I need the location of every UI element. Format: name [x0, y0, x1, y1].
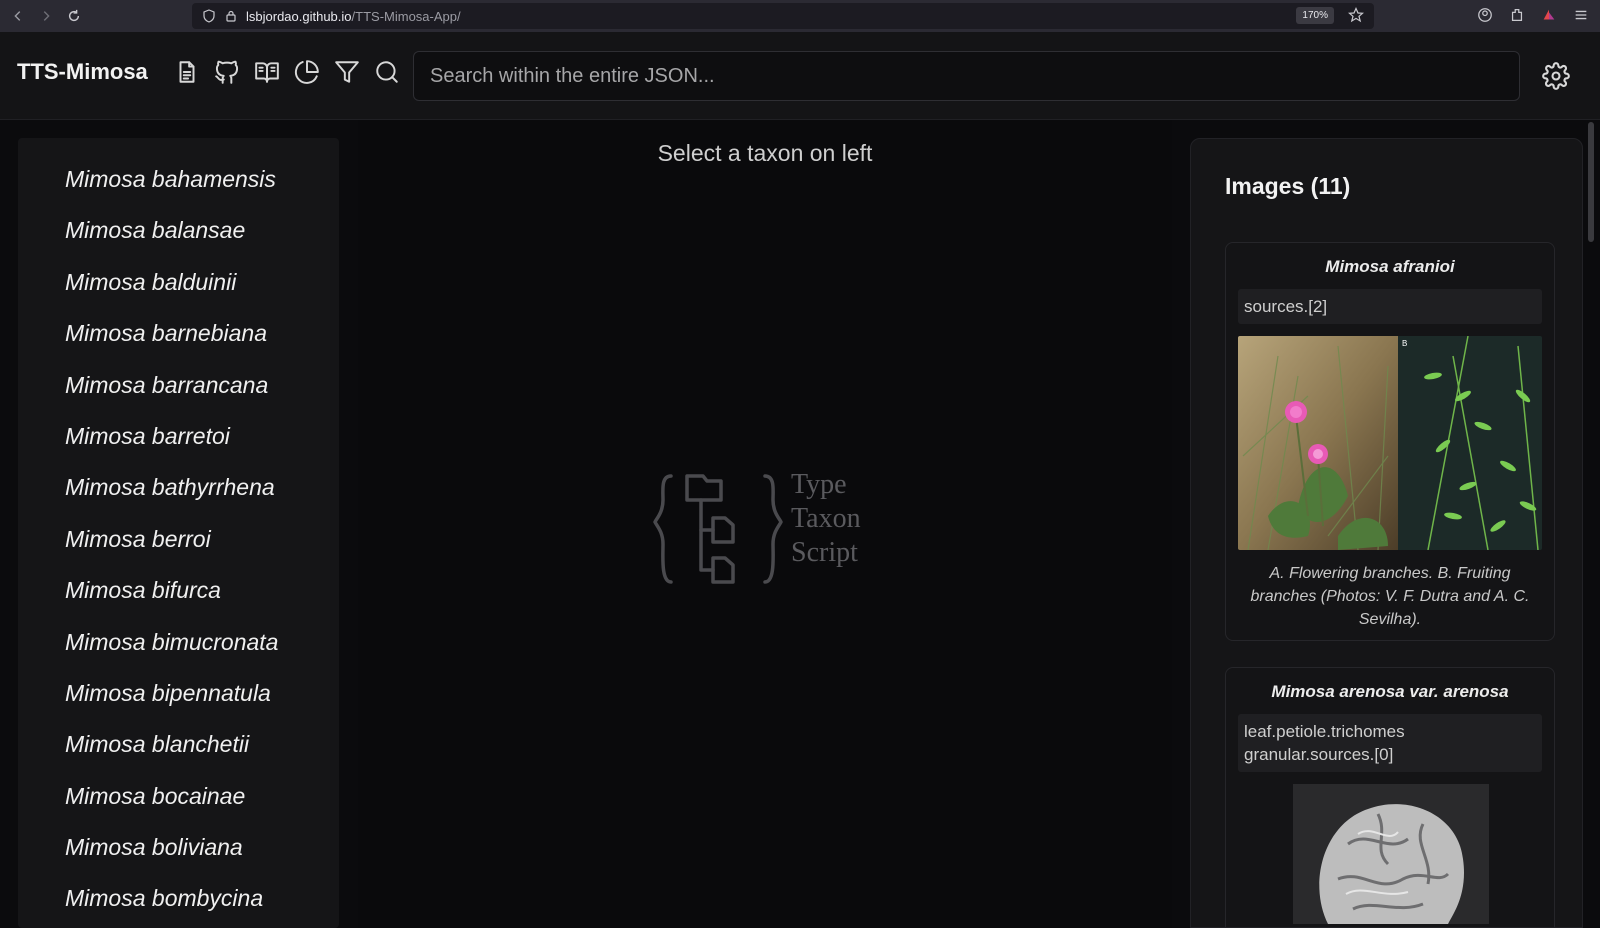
images-panel: Images (11) Mimosa afranioi sources.[2]	[1190, 138, 1583, 928]
browser-toolbar: lsbjordao.github.io/TTS-Mimosa-App/ 170%	[0, 0, 1600, 32]
browser-extensions	[1476, 6, 1590, 24]
page-scrollbar[interactable]	[1588, 122, 1594, 242]
github-icon[interactable]	[214, 59, 240, 85]
extensions-icon[interactable]	[1508, 6, 1526, 24]
image-card-taxon: Mimosa arenosa var. arenosa	[1271, 682, 1509, 701]
taxon-item[interactable]: Mimosa boliviana	[18, 822, 339, 873]
taxon-detail-pane: Select a taxon on left Type Taxon Script	[358, 120, 1172, 928]
bookmark-star-icon[interactable]	[1347, 7, 1365, 23]
pie-chart-icon[interactable]	[294, 59, 320, 85]
gear-icon[interactable]	[1542, 62, 1570, 90]
account-icon[interactable]	[1476, 6, 1494, 24]
taxon-item[interactable]: Mimosa blanchetii	[18, 719, 339, 770]
filter-icon[interactable]	[334, 59, 360, 85]
taxon-item[interactable]: Mimosa bipennatula	[18, 668, 339, 719]
svg-text:B: B	[1402, 339, 1407, 348]
tts-logo-mark-icon	[653, 474, 783, 584]
empty-state-message: Select a taxon on left	[657, 140, 873, 166]
book-open-icon[interactable]	[254, 59, 280, 85]
back-icon[interactable]	[8, 6, 28, 26]
url-host: lsbjordao.github.io	[246, 8, 352, 24]
images-panel-title: Images (11)	[1225, 173, 1351, 199]
logo-line-type: Type	[791, 469, 847, 500]
zoom-level-badge[interactable]: 170%	[1296, 7, 1334, 24]
search-icon[interactable]	[374, 59, 400, 85]
menu-icon[interactable]	[1572, 6, 1590, 24]
plant-photo[interactable]: B	[1238, 336, 1542, 550]
header-toolbar	[174, 59, 400, 85]
shield-icon[interactable]	[202, 9, 216, 23]
tts-logo: Type Taxon Script	[653, 468, 893, 588]
image-card[interactable]: Mimosa afranioi sources.[2] B A. Floweri…	[1225, 242, 1555, 641]
logo-line-script: Script	[791, 537, 858, 568]
reload-icon[interactable]	[64, 6, 84, 26]
taxon-item[interactable]: Mimosa bombycina	[18, 873, 339, 924]
document-icon[interactable]	[174, 59, 200, 85]
app-title[interactable]: TTS-Mimosa	[17, 59, 148, 85]
tts-logo-text: Type Taxon Script	[791, 468, 861, 570]
lock-icon[interactable]	[224, 9, 238, 23]
image-card[interactable]: Mimosa arenosa var. arenosa leaf.petiole…	[1225, 667, 1555, 927]
taxon-list: Mimosa bahamensis Mimosa balansae Mimosa…	[18, 138, 339, 928]
taxon-item[interactable]: Mimosa bahamensis	[18, 154, 339, 205]
image-card-taxon: Mimosa afranioi	[1325, 257, 1455, 276]
taxon-item[interactable]: Mimosa berroi	[18, 514, 339, 565]
search-input[interactable]	[413, 51, 1520, 101]
taxon-item[interactable]: Mimosa barrancana	[18, 360, 339, 411]
taxon-item[interactable]: Mimosa balansae	[18, 205, 339, 256]
taxon-item[interactable]: Mimosa bifurca	[18, 565, 339, 616]
taxon-item[interactable]: Mimosa bimucronata	[18, 617, 339, 668]
forward-icon[interactable]	[36, 6, 56, 26]
app-header: TTS-Mimosa	[0, 32, 1600, 120]
trichome-micrograph[interactable]	[1238, 784, 1542, 924]
image-card-path: sources.[2]	[1238, 289, 1542, 324]
taxon-item[interactable]: Mimosa barretoi	[18, 411, 339, 462]
taxon-item[interactable]: Mimosa bathyrrhena	[18, 462, 339, 513]
logo-line-taxon: Taxon	[791, 503, 861, 534]
url-path: /TTS-Mimosa-App/	[351, 8, 461, 24]
url-bar[interactable]: lsbjordao.github.io/TTS-Mimosa-App/ 170%	[192, 3, 1374, 29]
image-card-caption: A. Flowering branches. B. Fruiting branc…	[1250, 565, 1530, 628]
image-card-path: leaf.petiole.trichomes granular.sources.…	[1238, 714, 1542, 772]
taxon-item[interactable]: Mimosa barnebiana	[18, 308, 339, 359]
taxon-item[interactable]: Mimosa bocainae	[18, 771, 339, 822]
taxon-item[interactable]: Mimosa balduinii	[18, 257, 339, 308]
extension-color-icon[interactable]	[1540, 6, 1558, 24]
